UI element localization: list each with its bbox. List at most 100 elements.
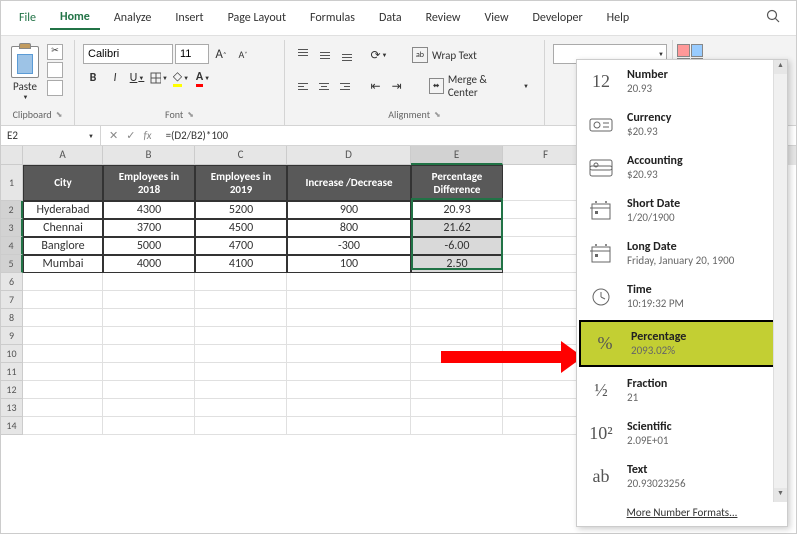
header-city[interactable]: City (23, 165, 103, 201)
cell[interactable] (23, 309, 103, 327)
row-header[interactable]: 3 (1, 219, 23, 237)
row-header[interactable]: 9 (1, 327, 23, 345)
fill-color-button[interactable]: ◇▼ (171, 68, 191, 88)
row-header[interactable]: 8 (1, 309, 23, 327)
cell[interactable] (23, 345, 103, 363)
alignment-expand-icon[interactable]: ⬊ (434, 110, 441, 120)
cell[interactable] (411, 309, 503, 327)
cell-pct[interactable]: 20.93 (411, 201, 503, 219)
fx-icon[interactable]: fx (143, 129, 151, 142)
header-emp2019[interactable]: Employees in 2019 (195, 165, 287, 201)
cell[interactable] (411, 417, 503, 435)
cell-diff[interactable]: 900 (287, 201, 411, 219)
scroll-up-icon[interactable]: ▲ (774, 60, 787, 74)
cell[interactable] (23, 417, 103, 435)
cell[interactable] (411, 291, 503, 309)
align-left-button[interactable] (293, 76, 312, 96)
cell[interactable] (23, 327, 103, 345)
cell-city[interactable]: Mumbai (23, 255, 103, 273)
cell[interactable] (195, 417, 287, 435)
cell[interactable] (103, 363, 195, 381)
menu-insert[interactable]: Insert (165, 7, 213, 29)
align-bottom-button[interactable] (337, 45, 357, 65)
col-header-d[interactable]: D (287, 146, 411, 165)
cell-emp2019[interactable]: 4500 (195, 219, 287, 237)
cell[interactable] (103, 309, 195, 327)
select-all-button[interactable] (1, 146, 23, 165)
more-number-formats-link[interactable]: More Number Formats... (577, 498, 787, 527)
cell[interactable] (23, 363, 103, 381)
cell[interactable] (195, 345, 287, 363)
font-expand-icon[interactable]: ⬊ (187, 110, 194, 120)
cell[interactable] (103, 399, 195, 417)
format-option-text[interactable]: abText20.93023256 (577, 455, 787, 498)
row-header[interactable]: 12 (1, 381, 23, 399)
cell[interactable] (287, 417, 411, 435)
cell-pct[interactable]: 2.50 (411, 255, 503, 273)
cell-emp2018[interactable]: 4000 (103, 255, 195, 273)
copy-button[interactable] (47, 62, 63, 78)
menu-view[interactable]: View (474, 7, 518, 29)
format-option-accounting[interactable]: Accounting$20.93 (577, 146, 787, 189)
format-option-short_date[interactable]: Short Date1/20/1900 (577, 189, 787, 232)
cell[interactable] (103, 273, 195, 291)
format-option-number[interactable]: 12Number20.93 (577, 60, 787, 103)
cell[interactable] (195, 309, 287, 327)
underline-button[interactable]: U▼ (127, 68, 147, 88)
cell[interactable] (103, 327, 195, 345)
menu-analyze[interactable]: Analyze (104, 7, 162, 29)
align-top-button[interactable] (293, 45, 313, 65)
row-header[interactable]: 10 (1, 345, 23, 363)
cell[interactable] (287, 345, 411, 363)
cell[interactable] (195, 363, 287, 381)
format-option-long_date[interactable]: Long DateFriday, January 20, 1900 (577, 232, 787, 275)
bold-button[interactable]: B (83, 68, 103, 88)
cell-emp2019[interactable]: 4100 (195, 255, 287, 273)
cell[interactable] (23, 273, 103, 291)
align-right-button[interactable] (335, 76, 354, 96)
align-center-button[interactable] (314, 76, 333, 96)
header-pct[interactable]: Percentage Difference (411, 165, 503, 201)
paste-button[interactable]: Paste ▼ (9, 44, 41, 103)
cell-city[interactable]: Hyderabad (23, 201, 103, 219)
cell[interactable] (23, 381, 103, 399)
format-option-fraction[interactable]: ½Fraction21 (577, 369, 787, 412)
cell-city[interactable]: Banglore (23, 237, 103, 255)
cell[interactable] (195, 273, 287, 291)
cell[interactable] (23, 399, 103, 417)
cell-emp2018[interactable]: 5000 (103, 237, 195, 255)
menu-formulas[interactable]: Formulas (300, 7, 365, 29)
col-header-c[interactable]: C (195, 146, 287, 165)
row-header[interactable]: 13 (1, 399, 23, 417)
col-header-e[interactable]: E (411, 146, 503, 165)
cell[interactable] (287, 291, 411, 309)
menu-review[interactable]: Review (416, 7, 471, 29)
format-option-scientific[interactable]: 10²Scientific2.09E+01 (577, 412, 787, 455)
menu-help[interactable]: Help (597, 7, 640, 29)
col-header-a[interactable]: A (23, 146, 103, 165)
cell[interactable] (287, 363, 411, 381)
cell[interactable] (195, 327, 287, 345)
decrease-font-button[interactable]: A˅ (233, 44, 253, 64)
cell-diff[interactable]: 100 (287, 255, 411, 273)
increase-font-button[interactable]: A˄ (211, 44, 231, 64)
cell-pct[interactable]: 21.62 (411, 219, 503, 237)
menu-data[interactable]: Data (369, 7, 412, 29)
increase-indent-button[interactable]: ⇥ (387, 76, 406, 96)
row-header[interactable]: 1 (1, 165, 23, 201)
clipboard-expand-icon[interactable]: ⬊ (56, 110, 63, 120)
cell[interactable] (411, 399, 503, 417)
cell-emp2018[interactable]: 4300 (103, 201, 195, 219)
menu-page-layout[interactable]: Page Layout (218, 7, 296, 29)
name-box[interactable]: E2▼ (1, 126, 101, 145)
cell[interactable] (103, 291, 195, 309)
cell[interactable] (287, 327, 411, 345)
borders-button[interactable]: ▼ (149, 68, 169, 88)
enter-formula-icon[interactable]: ✓ (126, 129, 135, 142)
cell[interactable] (195, 381, 287, 399)
cell-diff[interactable]: 800 (287, 219, 411, 237)
cell[interactable] (287, 399, 411, 417)
format-option-currency[interactable]: Currency$20.93 (577, 103, 787, 146)
decrease-indent-button[interactable]: ⇤ (366, 76, 385, 96)
search-icon[interactable] (758, 5, 788, 31)
